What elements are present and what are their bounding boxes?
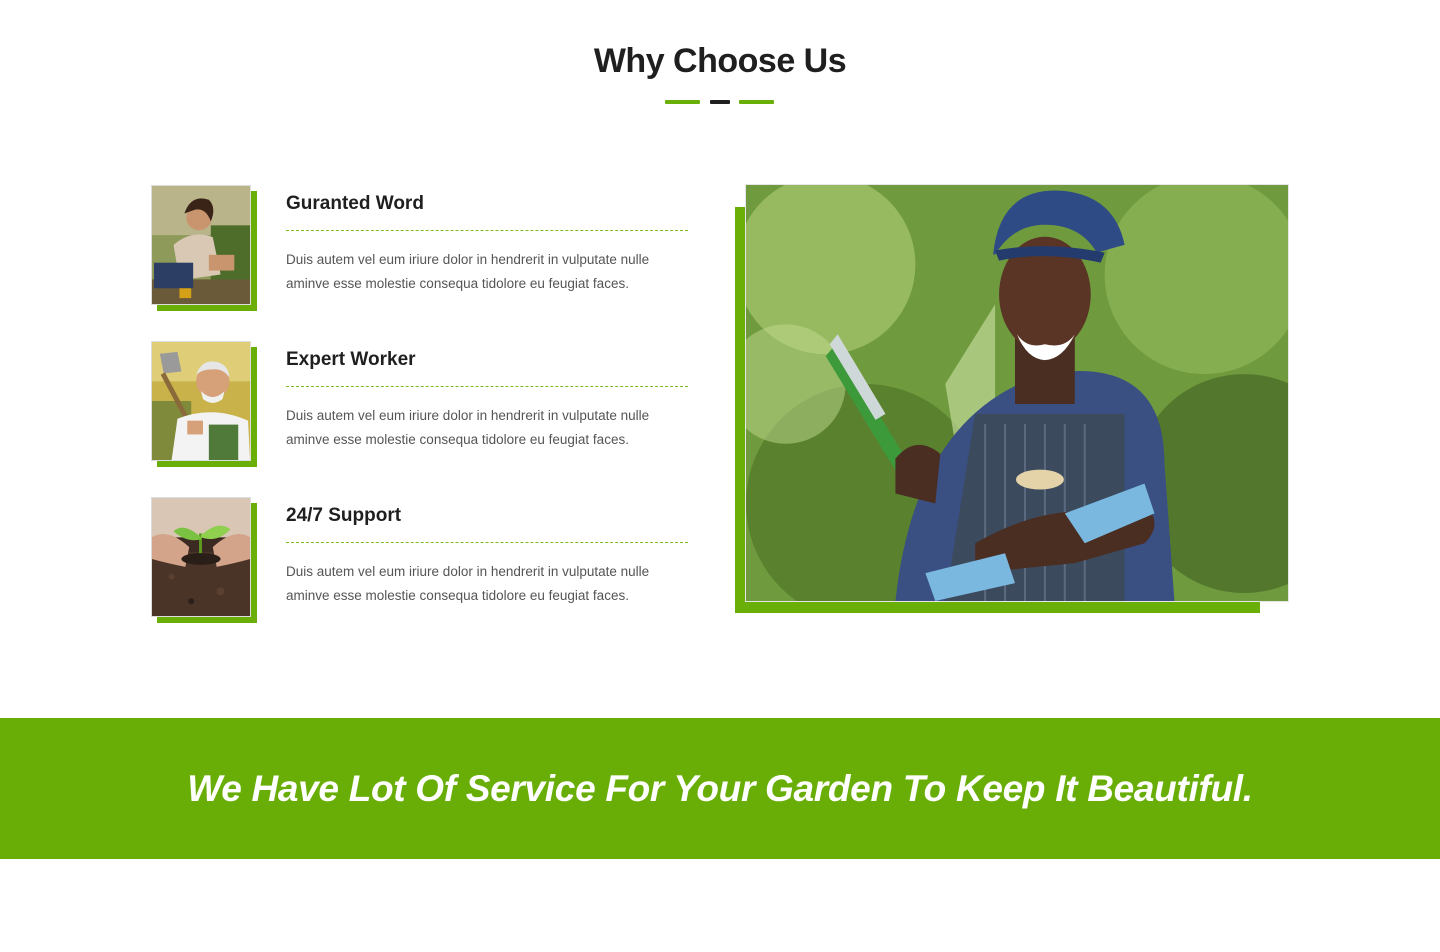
banner-headline: We Have Lot Of Service For Your Garden T… xyxy=(187,768,1253,809)
feature-title: Guranted Word xyxy=(286,193,424,214)
feature-item-expert-worker: Expert Worker Duis autem vel eum iriure … xyxy=(151,341,691,471)
feature-title: Expert Worker xyxy=(286,349,416,370)
divider-segment-left xyxy=(665,100,700,104)
feature-divider xyxy=(286,230,688,231)
title-divider xyxy=(665,100,775,105)
feature-item-guaranteed: Guranted Word Duis autem vel eum iriure … xyxy=(151,185,691,315)
feature-thumbnail xyxy=(151,185,257,311)
why-choose-us-page: Why Choose Us Guranted Word Duis autem v… xyxy=(0,0,1440,952)
feature-divider xyxy=(286,542,688,543)
feature-title: 24/7 Support xyxy=(286,505,402,526)
hero-image-block xyxy=(735,184,1289,613)
senior-gardener-photo xyxy=(151,341,251,461)
gardener-hero-photo xyxy=(745,184,1289,602)
seedling-hands-photo xyxy=(151,497,251,617)
feature-thumbnail xyxy=(151,341,257,467)
feature-divider xyxy=(286,386,688,387)
feature-item-support: 24/7 Support Duis autem vel eum iriure d… xyxy=(151,497,691,627)
section-title: Why Choose Us xyxy=(593,42,847,80)
divider-segment-center xyxy=(710,100,730,104)
gardener-woman-photo xyxy=(151,185,251,305)
feature-thumbnail xyxy=(151,497,257,623)
divider-segment-right xyxy=(739,100,774,104)
feature-description: Duis autem vel eum iriure dolor in hendr… xyxy=(286,252,650,291)
feature-description: Duis autem vel eum iriure dolor in hendr… xyxy=(286,408,650,447)
cta-banner: We Have Lot Of Service For Your Garden T… xyxy=(0,718,1440,859)
feature-description: Duis autem vel eum iriure dolor in hendr… xyxy=(286,564,650,603)
